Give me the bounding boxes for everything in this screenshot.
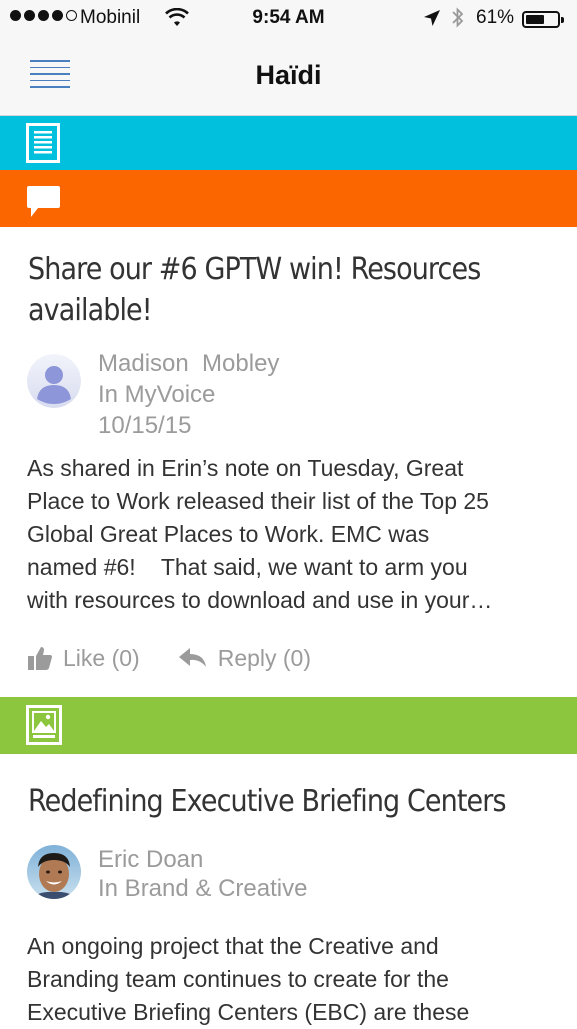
page-title: Haïdi — [255, 60, 322, 90]
avatar[interactable] — [27, 354, 81, 408]
like-button[interactable]: Like (0) — [27, 645, 140, 672]
post-title[interactable]: Share our #6 GPTW win! Resources availab… — [28, 249, 550, 331]
chat-bubble-icon — [26, 184, 62, 225]
author-name[interactable]: Eric Doan — [98, 845, 307, 874]
post-title-line: Share our #6 GPTW win! Resources — [28, 252, 481, 287]
excerpt-line: An ongoing project that the Creative and — [27, 933, 439, 959]
image-icon — [26, 705, 62, 750]
post-title-line: Redefining Executive Briefing Centers — [28, 784, 507, 819]
post-date: 10/15/15 — [98, 412, 192, 439]
post-title-line: available! — [28, 293, 153, 328]
navigation-bar: Haïdi — [0, 38, 577, 116]
excerpt-line: Executive Briefing Centers (EBC) are the… — [27, 999, 470, 1025]
post-meta: Madison Mobley In MyVoice 10/15/15 — [98, 348, 279, 441]
post-excerpt[interactable]: As shared in Erin’s note on Tuesday, Gre… — [27, 452, 557, 617]
post-meta: Eric Doan In Brand & Creative — [98, 845, 307, 903]
community-name[interactable]: In Brand & Creative — [98, 874, 307, 903]
image-category-band[interactable] — [0, 697, 577, 754]
post-excerpt[interactable]: An ongoing project that the Creative and… — [27, 930, 557, 1029]
document-category-band[interactable] — [0, 116, 577, 170]
reply-label: Reply (0) — [217, 644, 312, 671]
status-bar: Mobinil 9:54 AM 61% — [0, 0, 577, 38]
post-actions: Like (0) Reply (0) — [27, 641, 311, 675]
location-arrow-icon — [423, 9, 441, 32]
thumbs-up-icon — [28, 647, 52, 670]
discussion-category-band[interactable] — [0, 170, 577, 227]
community-name[interactable]: In MyVoice — [98, 379, 279, 410]
excerpt-line: As shared in Erin’s note on Tuesday, Gre… — [27, 455, 464, 481]
battery-icon — [522, 11, 564, 28]
excerpt-line: Global Great Places to Work. EMC was — [27, 521, 430, 547]
reply-button[interactable]: Reply (0) — [178, 645, 311, 672]
excerpt-line: named #6! That said, we want to arm you — [27, 554, 468, 580]
document-icon — [26, 123, 60, 168]
excerpt-line: Branding team continues to create for th… — [27, 966, 449, 992]
excerpt-line: Place to Work released their list of the… — [27, 488, 489, 514]
avatar[interactable] — [27, 845, 81, 899]
author-name[interactable]: Madison Mobley — [98, 348, 279, 379]
reply-arrow-icon — [178, 648, 206, 667]
like-label: Like (0) — [63, 644, 140, 671]
post-title[interactable]: Redefining Executive Briefing Centers — [28, 781, 550, 822]
battery-percent: 61% — [476, 7, 515, 28]
bluetooth-icon — [450, 6, 466, 35]
excerpt-line: with resources to download and use in yo… — [27, 587, 493, 613]
